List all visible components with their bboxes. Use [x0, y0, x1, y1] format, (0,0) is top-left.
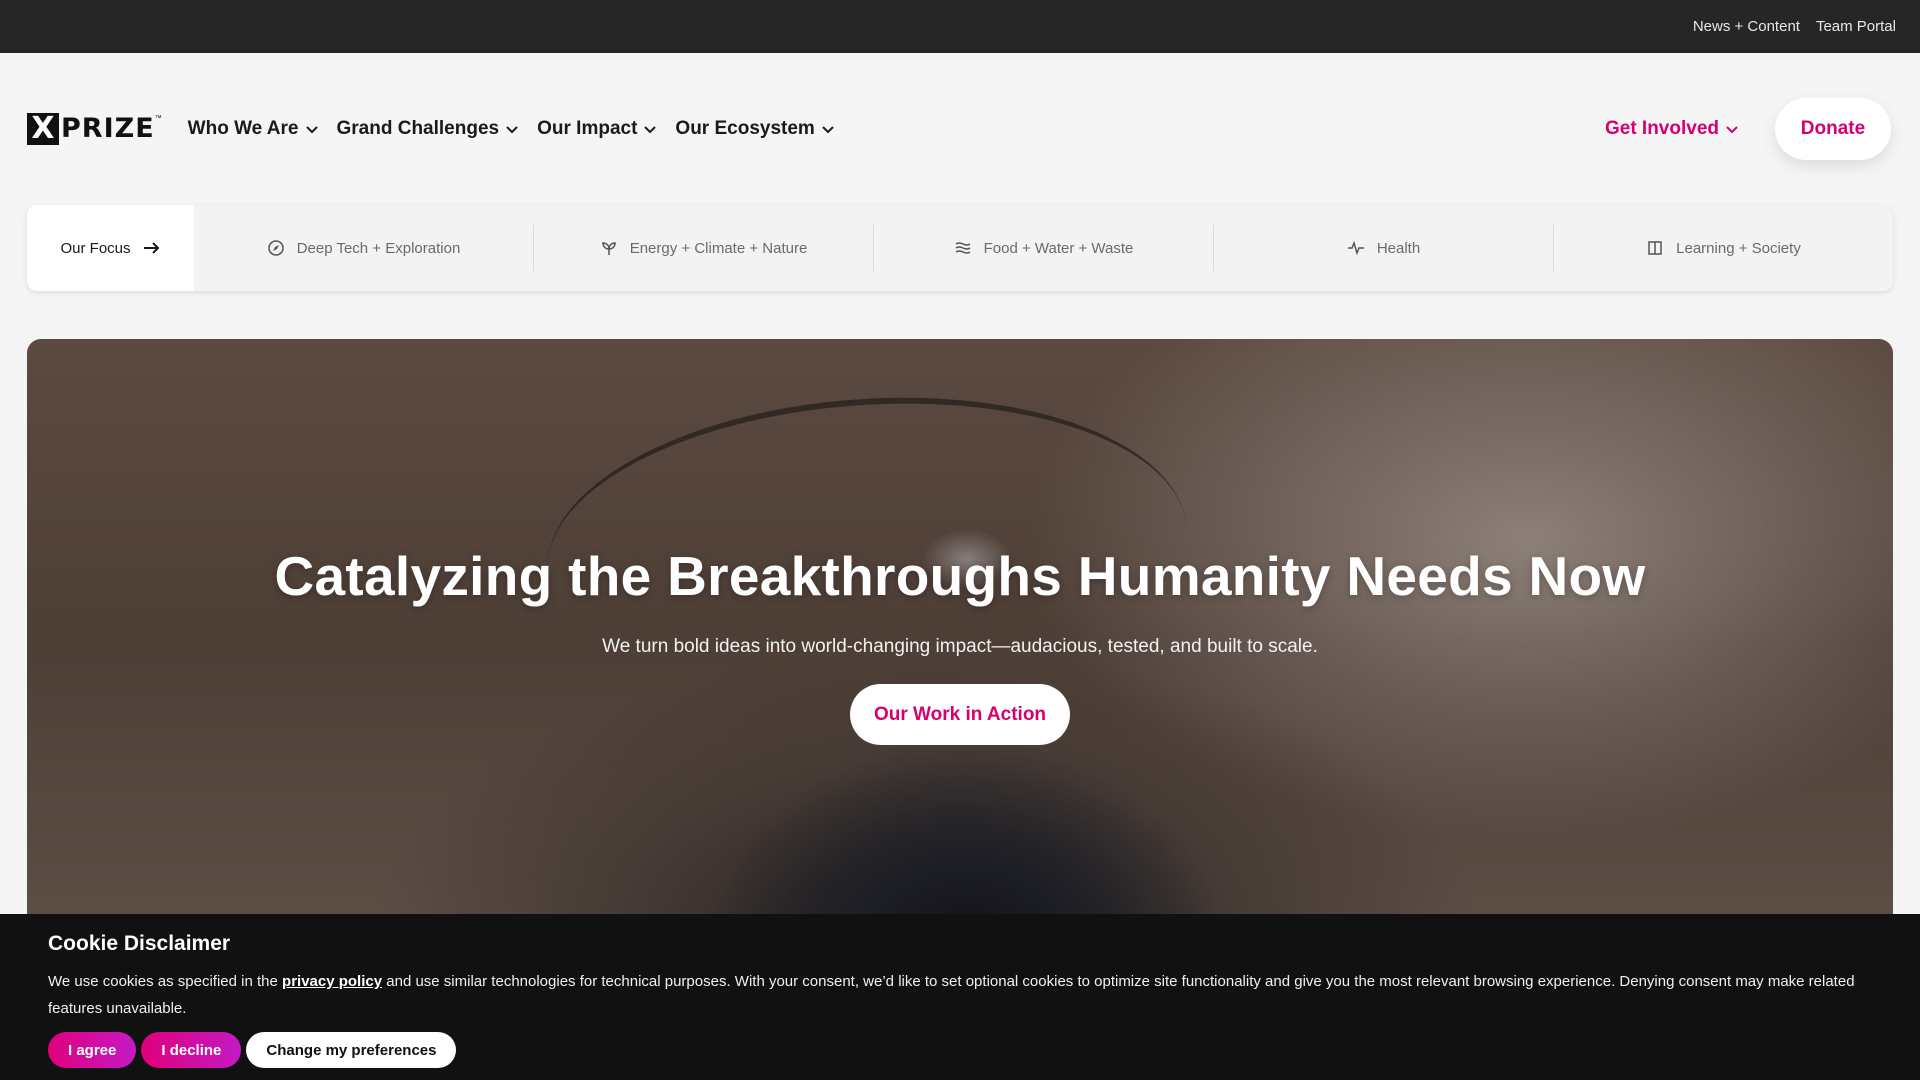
cookie-actions: I agree I decline Change my preferences: [48, 1032, 1872, 1068]
logo-x-mark: X: [27, 113, 59, 145]
focus-deep-tech[interactable]: Deep Tech + Exploration: [194, 225, 534, 271]
utility-bar: News + Content Team Portal: [0, 0, 1920, 53]
chevron-down-icon: [1726, 126, 1738, 134]
focus-item-label: Health: [1376, 239, 1421, 257]
book-icon: [1648, 241, 1662, 255]
chevron-down-icon: [644, 126, 657, 134]
nav-label: Our Impact: [537, 118, 638, 139]
donate-button[interactable]: Donate: [1775, 98, 1891, 160]
chevron-down-icon: [305, 126, 318, 134]
cookie-text-before: We use cookies as specified in the: [48, 973, 283, 990]
chevron-down-icon: [506, 126, 518, 134]
focus-item-label: Deep Tech + Exploration: [296, 239, 461, 257]
nav-our-ecosystem[interactable]: Our Ecosystem: [675, 118, 834, 140]
pulse-icon: [1347, 240, 1364, 256]
cookie-banner: Cookie Disclaimer We use cookies as spec…: [0, 914, 1920, 1080]
team-portal-link[interactable]: Team Portal: [1816, 18, 1896, 35]
logo-trademark: ™: [154, 115, 162, 122]
focus-learning-society[interactable]: Learning + Society: [1554, 225, 1893, 271]
focus-item-label: Food + Water + Waste: [983, 239, 1134, 257]
xprize-logo[interactable]: X PRIZE ™: [27, 113, 162, 145]
cookie-title: Cookie Disclaimer: [48, 932, 231, 955]
nav-label: Grand Challenges: [336, 118, 500, 139]
hero-subtitle: We turn bold ideas into world-changing i…: [602, 636, 1318, 657]
hero-content: Catalyzing the Breakthroughs Humanity Ne…: [27, 544, 1893, 745]
nav-who-we-are[interactable]: Who We Are: [188, 118, 319, 140]
main-navigation: X PRIZE ™ Who We Are Grand Challenges Ou…: [27, 97, 1893, 161]
agree-button[interactable]: I agree: [48, 1032, 137, 1068]
focus-item-label: Learning + Society: [1676, 239, 1801, 257]
logo-wordmark: PRIZE: [61, 113, 155, 144]
privacy-policy-link[interactable]: privacy policy: [282, 973, 382, 990]
compass-icon: [267, 240, 284, 256]
nav-grand-challenges[interactable]: Grand Challenges: [337, 118, 520, 140]
nav-label: Our Ecosystem: [675, 118, 815, 139]
focus-food-water[interactable]: Food + Water + Waste: [874, 225, 1214, 271]
leaf-icon: [601, 242, 616, 255]
our-work-in-action-button[interactable]: Our Work in Action: [850, 684, 1070, 745]
hero-title: Catalyzing the Breakthroughs Humanity Ne…: [274, 545, 1646, 607]
our-focus-label: Our Focus: [60, 239, 131, 257]
cookie-text: We use cookies as specified in the priva…: [48, 968, 1872, 1022]
waves-icon: [955, 242, 971, 254]
focus-item-label: Energy + Climate + Nature: [629, 239, 808, 257]
arrow-right-icon: [143, 242, 159, 254]
nav-menu: Who We Are Grand Challenges Our Impact O…: [188, 118, 835, 140]
nav-our-impact[interactable]: Our Impact: [537, 118, 657, 140]
get-involved-label: Get Involved: [1604, 118, 1719, 139]
change-preferences-button[interactable]: Change my preferences: [246, 1032, 457, 1068]
nav-actions: Get Involved Donate: [1605, 98, 1893, 160]
focus-bar: Our Focus Deep Tech + Exploration Energy…: [27, 205, 1893, 291]
focus-categories: Deep Tech + Exploration Energy + Climate…: [194, 205, 1893, 291]
focus-energy-climate[interactable]: Energy + Climate + Nature: [534, 225, 874, 271]
chevron-down-icon: [822, 126, 834, 134]
focus-health[interactable]: Health: [1214, 225, 1554, 271]
news-content-link[interactable]: News + Content: [1693, 18, 1800, 35]
our-focus-link[interactable]: Our Focus: [27, 205, 194, 291]
nav-label: Who We Are: [187, 118, 299, 139]
get-involved-menu[interactable]: Get Involved: [1605, 118, 1739, 140]
decline-button[interactable]: I decline: [141, 1032, 242, 1068]
